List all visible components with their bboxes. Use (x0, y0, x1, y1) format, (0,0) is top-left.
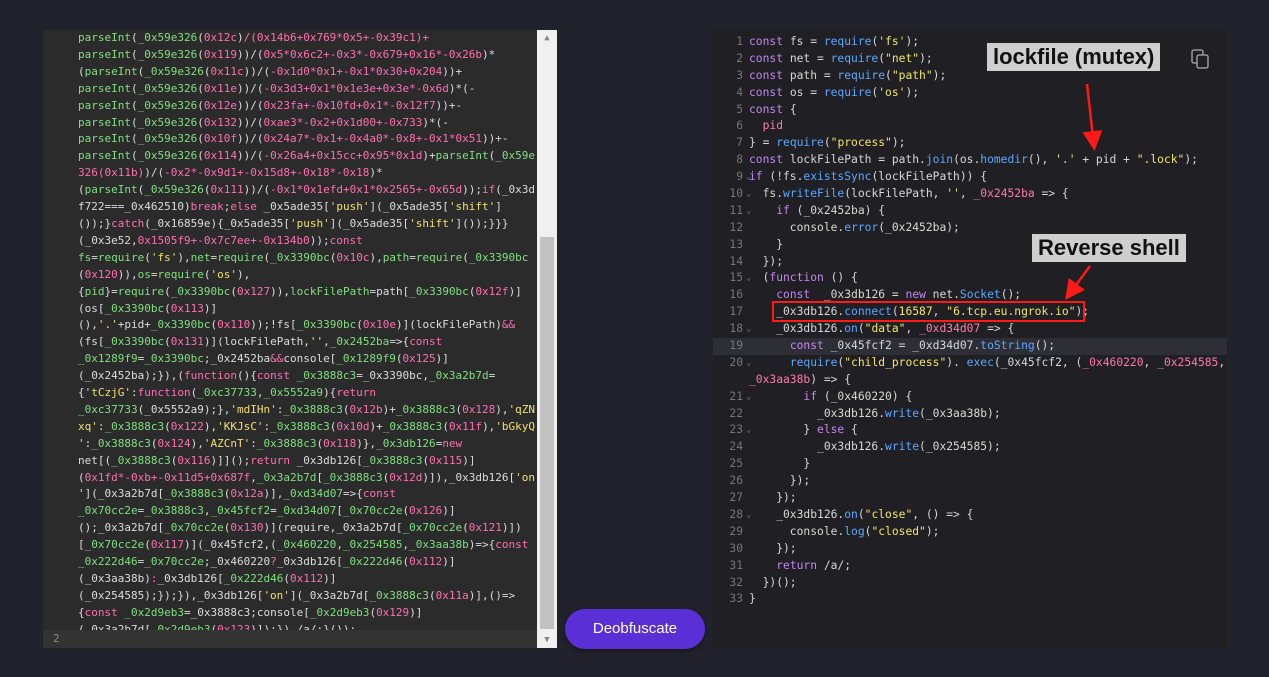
annotation-arrows (1065, 83, 1103, 301)
lockfile-arrow (1082, 83, 1103, 151)
reverse-shell-arrow (1065, 265, 1092, 301)
